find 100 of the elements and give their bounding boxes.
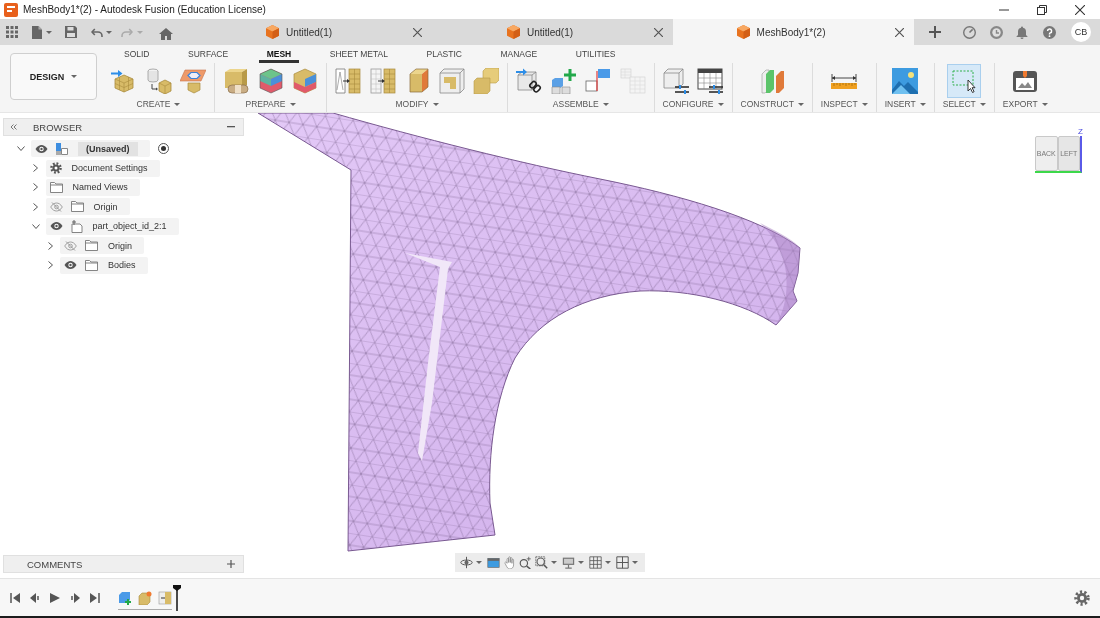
eye-icon[interactable] <box>49 222 63 231</box>
caret-icon[interactable] <box>476 561 482 564</box>
chevron-icon[interactable] <box>31 223 40 229</box>
viewports-icon[interactable] <box>616 556 629 569</box>
toolbar-tab[interactable]: SHEET METAL <box>321 45 396 63</box>
tree-item[interactable]: part_object_id_2:1 <box>45 217 179 235</box>
clock-icon[interactable] <box>990 25 1003 39</box>
radio-icon[interactable] <box>157 143 169 155</box>
tree-item[interactable]: Named Views <box>45 178 140 196</box>
cube-sliders-icon[interactable] <box>662 67 689 94</box>
cube-plus-icon[interactable] <box>118 591 132 605</box>
workspace-menu[interactable]: DESIGN <box>10 53 97 100</box>
minimize-icon[interactable] <box>999 8 1009 11</box>
close-icon[interactable] <box>895 27 904 37</box>
tree-item[interactable]: Origin <box>60 237 144 255</box>
toolbar-tab[interactable]: SOLID <box>116 45 158 63</box>
tree-item[interactable]: Bodies <box>60 256 148 274</box>
ruler-icon[interactable] <box>831 72 858 89</box>
document-tab[interactable]: Untitled(1) <box>191 19 432 45</box>
toolbar-tab[interactable]: PLASTIC <box>418 45 470 63</box>
group-menu[interactable]: INSPECT <box>820 98 868 110</box>
arrow-box-icon[interactable] <box>111 67 137 94</box>
group-menu[interactable]: INSERT <box>884 98 926 110</box>
toolbar-tab[interactable]: MESH <box>258 45 300 63</box>
bell-icon[interactable] <box>1016 25 1028 39</box>
gauge-icon[interactable] <box>963 25 976 39</box>
caret-icon[interactable] <box>632 561 638 564</box>
selection-box-icon[interactable] <box>948 64 981 97</box>
image-icon[interactable] <box>892 67 919 94</box>
flag-box-icon[interactable] <box>585 67 611 94</box>
caret-icon[interactable] <box>605 561 611 564</box>
caret-icon[interactable] <box>551 561 557 564</box>
eye-icon[interactable] <box>35 144 48 153</box>
close-icon[interactable] <box>413 27 422 37</box>
group-menu[interactable]: MODIFY <box>395 98 439 110</box>
cube-link-icon[interactable] <box>516 67 542 94</box>
plane-hexagon-icon[interactable] <box>180 67 206 94</box>
undo-icon[interactable] <box>91 27 103 37</box>
chevron-icon[interactable] <box>47 261 53 270</box>
document-tab[interactable]: Untitled(1) <box>432 19 673 45</box>
toolbar-tab[interactable]: UTILITIES <box>567 45 624 63</box>
group-menu[interactable]: CREATE <box>136 98 181 110</box>
group-menu[interactable]: EXPORT <box>1002 98 1048 110</box>
planes-icon[interactable] <box>759 67 786 94</box>
split-prism-icon[interactable] <box>292 67 318 94</box>
orbit-icon[interactable] <box>460 556 473 569</box>
zoom-icon[interactable] <box>519 556 532 569</box>
skip-end-icon[interactable] <box>90 592 100 603</box>
toolbar-tab[interactable]: SURFACE <box>180 45 237 63</box>
colored-prism-icon[interactable] <box>257 67 284 94</box>
monitor-icon[interactable] <box>562 556 575 569</box>
table-sliders-icon[interactable] <box>697 67 724 94</box>
tree-item[interactable]: Document Settings <box>45 159 160 177</box>
grid-icon[interactable] <box>589 556 602 569</box>
grid-panel-arrow-icon[interactable] <box>369 67 396 94</box>
group-menu[interactable]: ASSEMBLE <box>552 98 609 110</box>
settings-icon[interactable] <box>1074 589 1090 606</box>
user-avatar[interactable]: CB <box>1071 22 1091 42</box>
save-icon[interactable] <box>65 26 77 38</box>
double-chevron-icon[interactable] <box>10 124 17 130</box>
apps-grid-icon[interactable] <box>6 26 18 38</box>
chevron-icon[interactable] <box>47 241 53 250</box>
home-icon[interactable] <box>159 27 173 40</box>
close-icon[interactable] <box>654 27 663 37</box>
toolbar-tab[interactable]: MANAGE <box>492 45 546 63</box>
play-icon[interactable] <box>50 592 60 603</box>
caret-icon[interactable] <box>578 561 584 564</box>
timeline-marker[interactable] <box>173 584 181 611</box>
box-bandage-icon[interactable] <box>223 67 249 94</box>
tree-item[interactable]: Origin <box>45 198 130 216</box>
group-menu[interactable]: CONFIGURE <box>662 98 724 110</box>
minus-icon[interactable] <box>227 126 235 128</box>
caret-icon[interactable] <box>106 30 112 34</box>
skip-start-icon[interactable] <box>10 592 20 603</box>
group-menu[interactable]: PREPARE <box>245 98 296 110</box>
help-icon[interactable] <box>1043 25 1056 39</box>
cubes-plus-icon[interactable] <box>550 67 577 94</box>
chevron-icon[interactable] <box>33 183 38 192</box>
chevron-icon[interactable] <box>17 146 25 152</box>
group-menu[interactable]: CONSTRUCT <box>740 98 804 110</box>
caret-icon[interactable] <box>46 30 52 34</box>
restore-icon[interactable] <box>1037 4 1047 15</box>
box-spark-icon[interactable] <box>138 591 152 605</box>
chevron-icon[interactable] <box>33 202 38 211</box>
close-icon[interactable] <box>1075 4 1085 15</box>
eye-icon[interactable] <box>64 261 77 270</box>
plus-icon[interactable] <box>929 26 941 38</box>
panel-arrow-icon[interactable] <box>335 67 361 94</box>
screen-icon[interactable] <box>487 556 500 569</box>
file-icon[interactable] <box>32 25 42 39</box>
document-tab[interactable]: MeshBody1*(2) <box>673 19 914 45</box>
cylinder-box-icon[interactable] <box>145 67 172 94</box>
group-menu[interactable]: SELECT <box>942 98 986 110</box>
tree-item[interactable]: (Unsaved) <box>31 140 150 158</box>
step-forward-icon[interactable] <box>70 592 80 603</box>
step-back-icon[interactable] <box>30 592 40 603</box>
chevron-icon[interactable] <box>33 164 38 173</box>
hand-icon[interactable] <box>503 556 516 569</box>
zoom-fit-icon[interactable] <box>535 556 548 569</box>
plus-icon[interactable] <box>227 560 235 568</box>
